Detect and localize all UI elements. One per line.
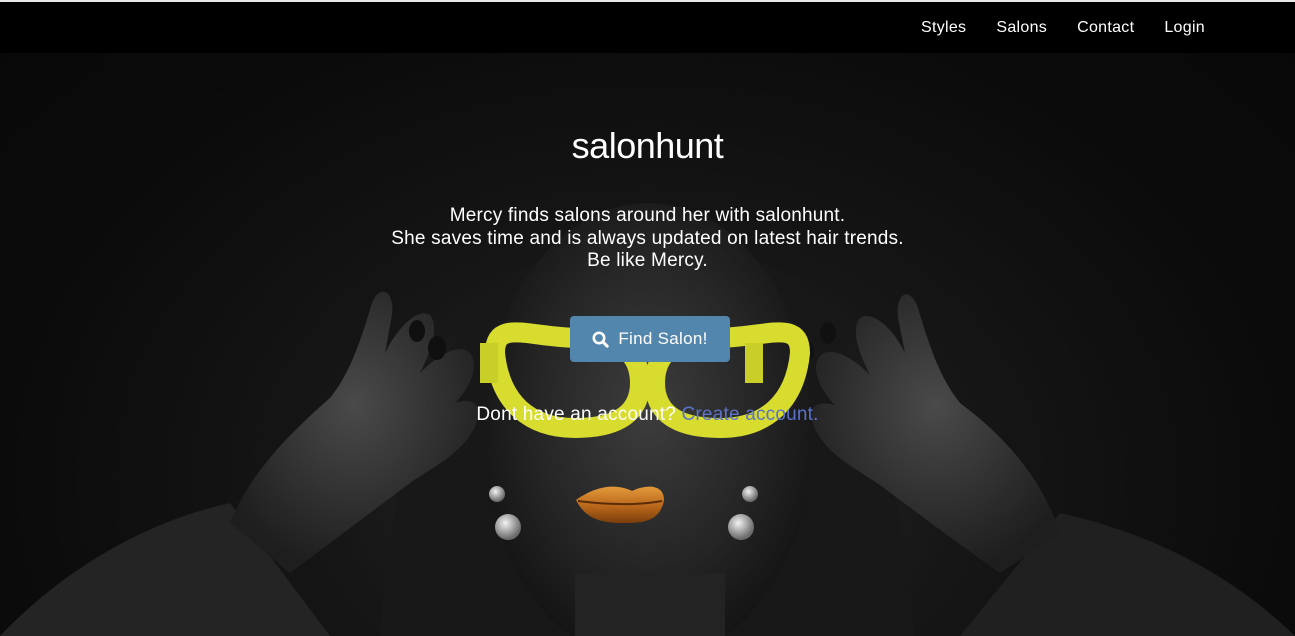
nav-item-styles[interactable]: Styles [906, 19, 981, 37]
nav-menu: Styles Salons Contact Login [906, 2, 1220, 53]
nav-item-login[interactable]: Login [1149, 19, 1220, 37]
navbar: Styles Salons Contact Login [0, 2, 1295, 53]
landing-page: Styles Salons Contact Login salonhunt Me… [0, 0, 1295, 636]
account-prompt: Dont have an account? Create account. [0, 404, 1295, 426]
brand-title: salonhunt [571, 125, 724, 166]
tagline: Mercy finds salons around her with salon… [0, 205, 1295, 273]
nav-item-contact[interactable]: Contact [1062, 19, 1149, 37]
find-salon-label: Find Salon! [618, 329, 708, 348]
search-icon [592, 331, 610, 348]
tagline-line-3: Be like Mercy. [587, 250, 708, 271]
create-account-link[interactable]: Create account. [681, 404, 818, 425]
tagline-line-1: Mercy finds salons around her with salon… [449, 205, 846, 226]
tagline-line-2: She saves time and is always updated on … [391, 227, 904, 249]
find-salon-button[interactable]: Find Salon! [570, 316, 730, 362]
account-prompt-text: Dont have an account? [476, 404, 676, 425]
nav-item-salons[interactable]: Salons [981, 19, 1062, 37]
